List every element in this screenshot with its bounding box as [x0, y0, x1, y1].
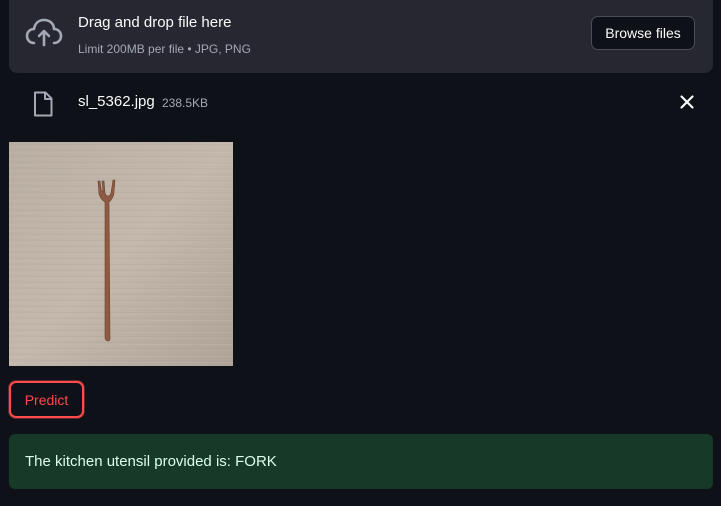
- file-size: 238.5KB: [162, 96, 209, 110]
- cloud-upload-icon: [25, 17, 63, 49]
- predict-button[interactable]: Predict: [9, 381, 84, 418]
- file-name: sl_5362.jpg: [78, 93, 155, 110]
- file-dropzone[interactable]: Drag and drop file here Limit 200MB per …: [9, 0, 713, 73]
- dropzone-title: Drag and drop file here: [78, 14, 232, 31]
- success-alert: The kitchen utensil provided is: FORK: [9, 434, 713, 489]
- uploaded-image: [9, 142, 233, 366]
- dropzone-limit-text: Limit 200MB per file • JPG, PNG: [78, 42, 251, 56]
- close-icon[interactable]: [677, 92, 697, 112]
- file-icon: [33, 91, 53, 117]
- browse-files-button[interactable]: Browse files: [591, 16, 695, 50]
- uploaded-file-row: sl_5362.jpg 238.5KB: [9, 82, 713, 122]
- prediction-message: The kitchen utensil provided is: FORK: [25, 453, 277, 470]
